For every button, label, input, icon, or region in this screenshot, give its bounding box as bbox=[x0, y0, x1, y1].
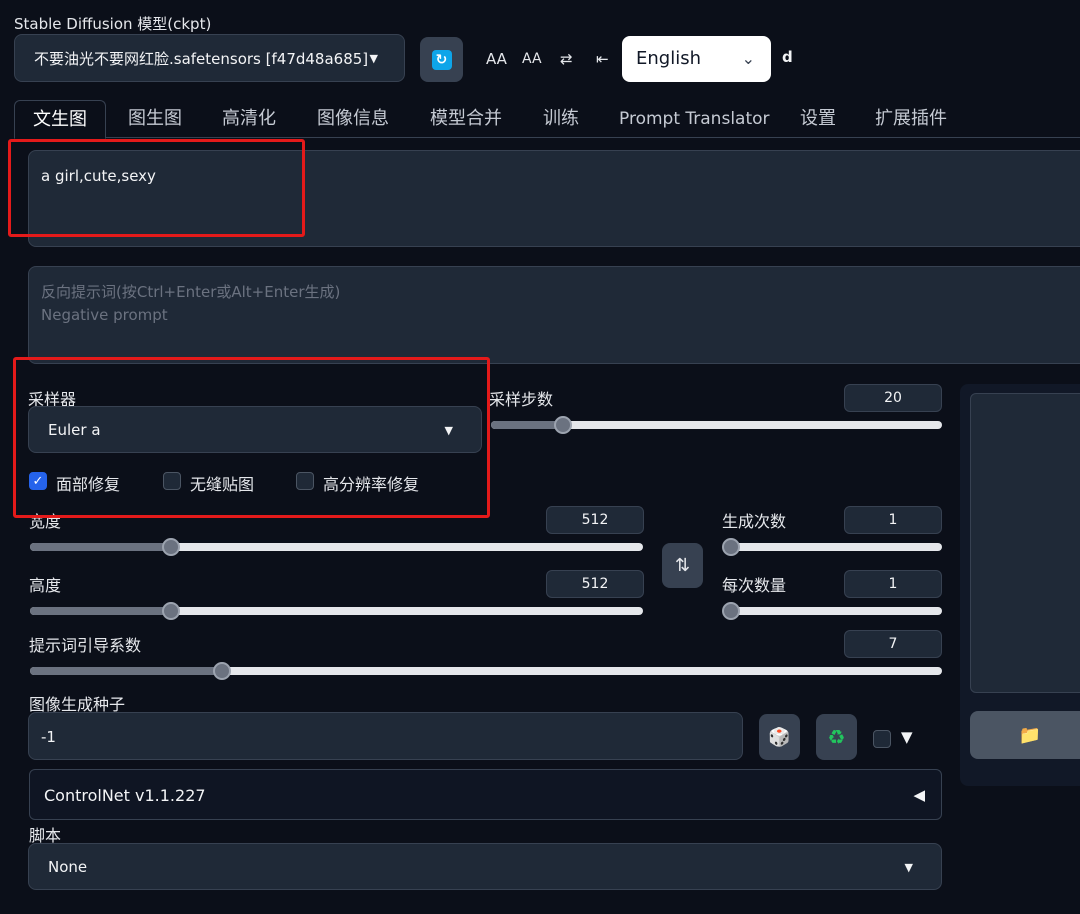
highlight-box-sampler bbox=[13, 357, 490, 518]
width-input[interactable]: 512 bbox=[546, 506, 644, 534]
slider-thumb[interactable] bbox=[162, 538, 180, 556]
slider-thumb[interactable] bbox=[162, 602, 180, 620]
controlnet-label: ControlNet v1.1.227 bbox=[44, 786, 206, 805]
tab-image-info[interactable]: 图像信息 bbox=[317, 100, 389, 138]
negative-prompt-placeholder-line1: 反向提示词(按Ctrl+Enter或Alt+Enter生成) bbox=[41, 283, 341, 301]
height-slider[interactable] bbox=[30, 602, 643, 620]
chevron-down-icon: ▼ bbox=[369, 52, 378, 65]
font-size-decrease-icon[interactable]: AA bbox=[522, 46, 542, 72]
batch-count-input[interactable]: 1 bbox=[844, 506, 942, 534]
d-label: d bbox=[782, 48, 793, 66]
swap-vertical-icon: ⇅ bbox=[674, 555, 691, 576]
sampling-steps-input[interactable]: 20 bbox=[844, 384, 942, 412]
slider-fill bbox=[30, 543, 171, 551]
batch-count-label: 生成次数 bbox=[722, 512, 787, 531]
tab-train[interactable]: 训练 bbox=[543, 100, 579, 138]
batch-count-slider[interactable] bbox=[722, 538, 942, 556]
sampling-steps-label: 采样步数 bbox=[489, 390, 554, 409]
open-folder-button[interactable]: 📁 bbox=[970, 711, 1080, 759]
seed-value: -1 bbox=[41, 728, 56, 746]
tab-upscale[interactable]: 高清化 bbox=[222, 100, 276, 138]
batch-size-input[interactable]: 1 bbox=[844, 570, 942, 598]
tab-model-merge[interactable]: 模型合并 bbox=[430, 100, 502, 138]
slider-thumb[interactable] bbox=[722, 538, 740, 556]
cfg-scale-label: 提示词引导系数 bbox=[29, 636, 142, 655]
random-seed-button[interactable]: 🎲 bbox=[759, 714, 800, 760]
reuse-seed-button[interactable]: ♻ bbox=[816, 714, 857, 760]
slider-fill bbox=[30, 667, 222, 675]
collapse-arrow-icon: ◀ bbox=[913, 786, 925, 804]
tab-extensions[interactable]: 扩展插件 bbox=[875, 100, 947, 138]
model-title: Stable Diffusion 模型(ckpt) bbox=[14, 15, 212, 33]
batch-size-label: 每次数量 bbox=[722, 576, 787, 595]
collapse-icon[interactable]: ⇤ bbox=[596, 46, 609, 72]
chevron-down-icon: ⌄ bbox=[741, 49, 755, 68]
height-label: 高度 bbox=[29, 576, 62, 595]
batch-size-slider[interactable] bbox=[722, 602, 942, 620]
slider-thumb[interactable] bbox=[213, 662, 231, 680]
extra-seed-checkbox[interactable] bbox=[873, 730, 891, 748]
negative-prompt-placeholder-line2: Negative prompt bbox=[41, 306, 168, 324]
sampling-steps-slider[interactable] bbox=[491, 416, 942, 434]
slider-fill bbox=[30, 607, 171, 615]
language-select-value: English bbox=[636, 48, 701, 69]
slider-thumb[interactable] bbox=[554, 416, 572, 434]
recycle-icon: ♻ bbox=[827, 725, 846, 749]
refresh-model-button[interactable]: ↻ bbox=[420, 37, 463, 82]
refresh-icon: ↻ bbox=[431, 49, 452, 70]
language-select[interactable]: English ⌄ bbox=[622, 36, 771, 82]
font-size-increase-icon[interactable]: AA bbox=[486, 46, 507, 72]
width-slider[interactable] bbox=[30, 538, 643, 556]
swap-icon[interactable]: ⇄ bbox=[560, 46, 573, 72]
script-select[interactable]: None ▼ bbox=[28, 843, 942, 890]
negative-prompt-input[interactable]: 反向提示词(按Ctrl+Enter或Alt+Enter生成) Negative … bbox=[28, 266, 1080, 364]
dice-icon: 🎲 bbox=[768, 726, 791, 748]
model-select[interactable]: 不要油光不要网红脸.safetensors [f47d48a685] ▼ bbox=[14, 34, 405, 82]
extra-seed-toggle-icon[interactable]: ▼ bbox=[901, 728, 913, 746]
slider-fill bbox=[491, 421, 563, 429]
height-input[interactable]: 512 bbox=[546, 570, 644, 598]
highlight-box-prompt bbox=[8, 139, 305, 237]
folder-icon: 📁 bbox=[1018, 724, 1042, 746]
controlnet-accordion[interactable]: ControlNet v1.1.227 ◀ bbox=[29, 769, 942, 820]
output-gallery[interactable] bbox=[970, 393, 1080, 693]
script-select-value: None bbox=[48, 858, 88, 876]
cfg-scale-slider[interactable] bbox=[30, 662, 942, 680]
tab-bar: 文生图 图生图 高清化 图像信息 模型合并 训练 Prompt Translat… bbox=[14, 100, 1080, 139]
cfg-scale-input[interactable]: 7 bbox=[844, 630, 942, 658]
tab-prompt-translator[interactable]: Prompt Translator bbox=[619, 100, 770, 138]
model-select-value: 不要油光不要网红脸.safetensors [f47d48a685] bbox=[34, 50, 369, 68]
chevron-down-icon: ▼ bbox=[904, 861, 913, 874]
tab-settings[interactable]: 设置 bbox=[800, 100, 836, 138]
seed-input[interactable]: -1 bbox=[28, 712, 743, 760]
tab-img2img[interactable]: 图生图 bbox=[128, 100, 182, 138]
swap-dimensions-button[interactable]: ⇅ bbox=[662, 543, 703, 588]
tab-txt2img[interactable]: 文生图 bbox=[14, 100, 106, 139]
slider-thumb[interactable] bbox=[722, 602, 740, 620]
